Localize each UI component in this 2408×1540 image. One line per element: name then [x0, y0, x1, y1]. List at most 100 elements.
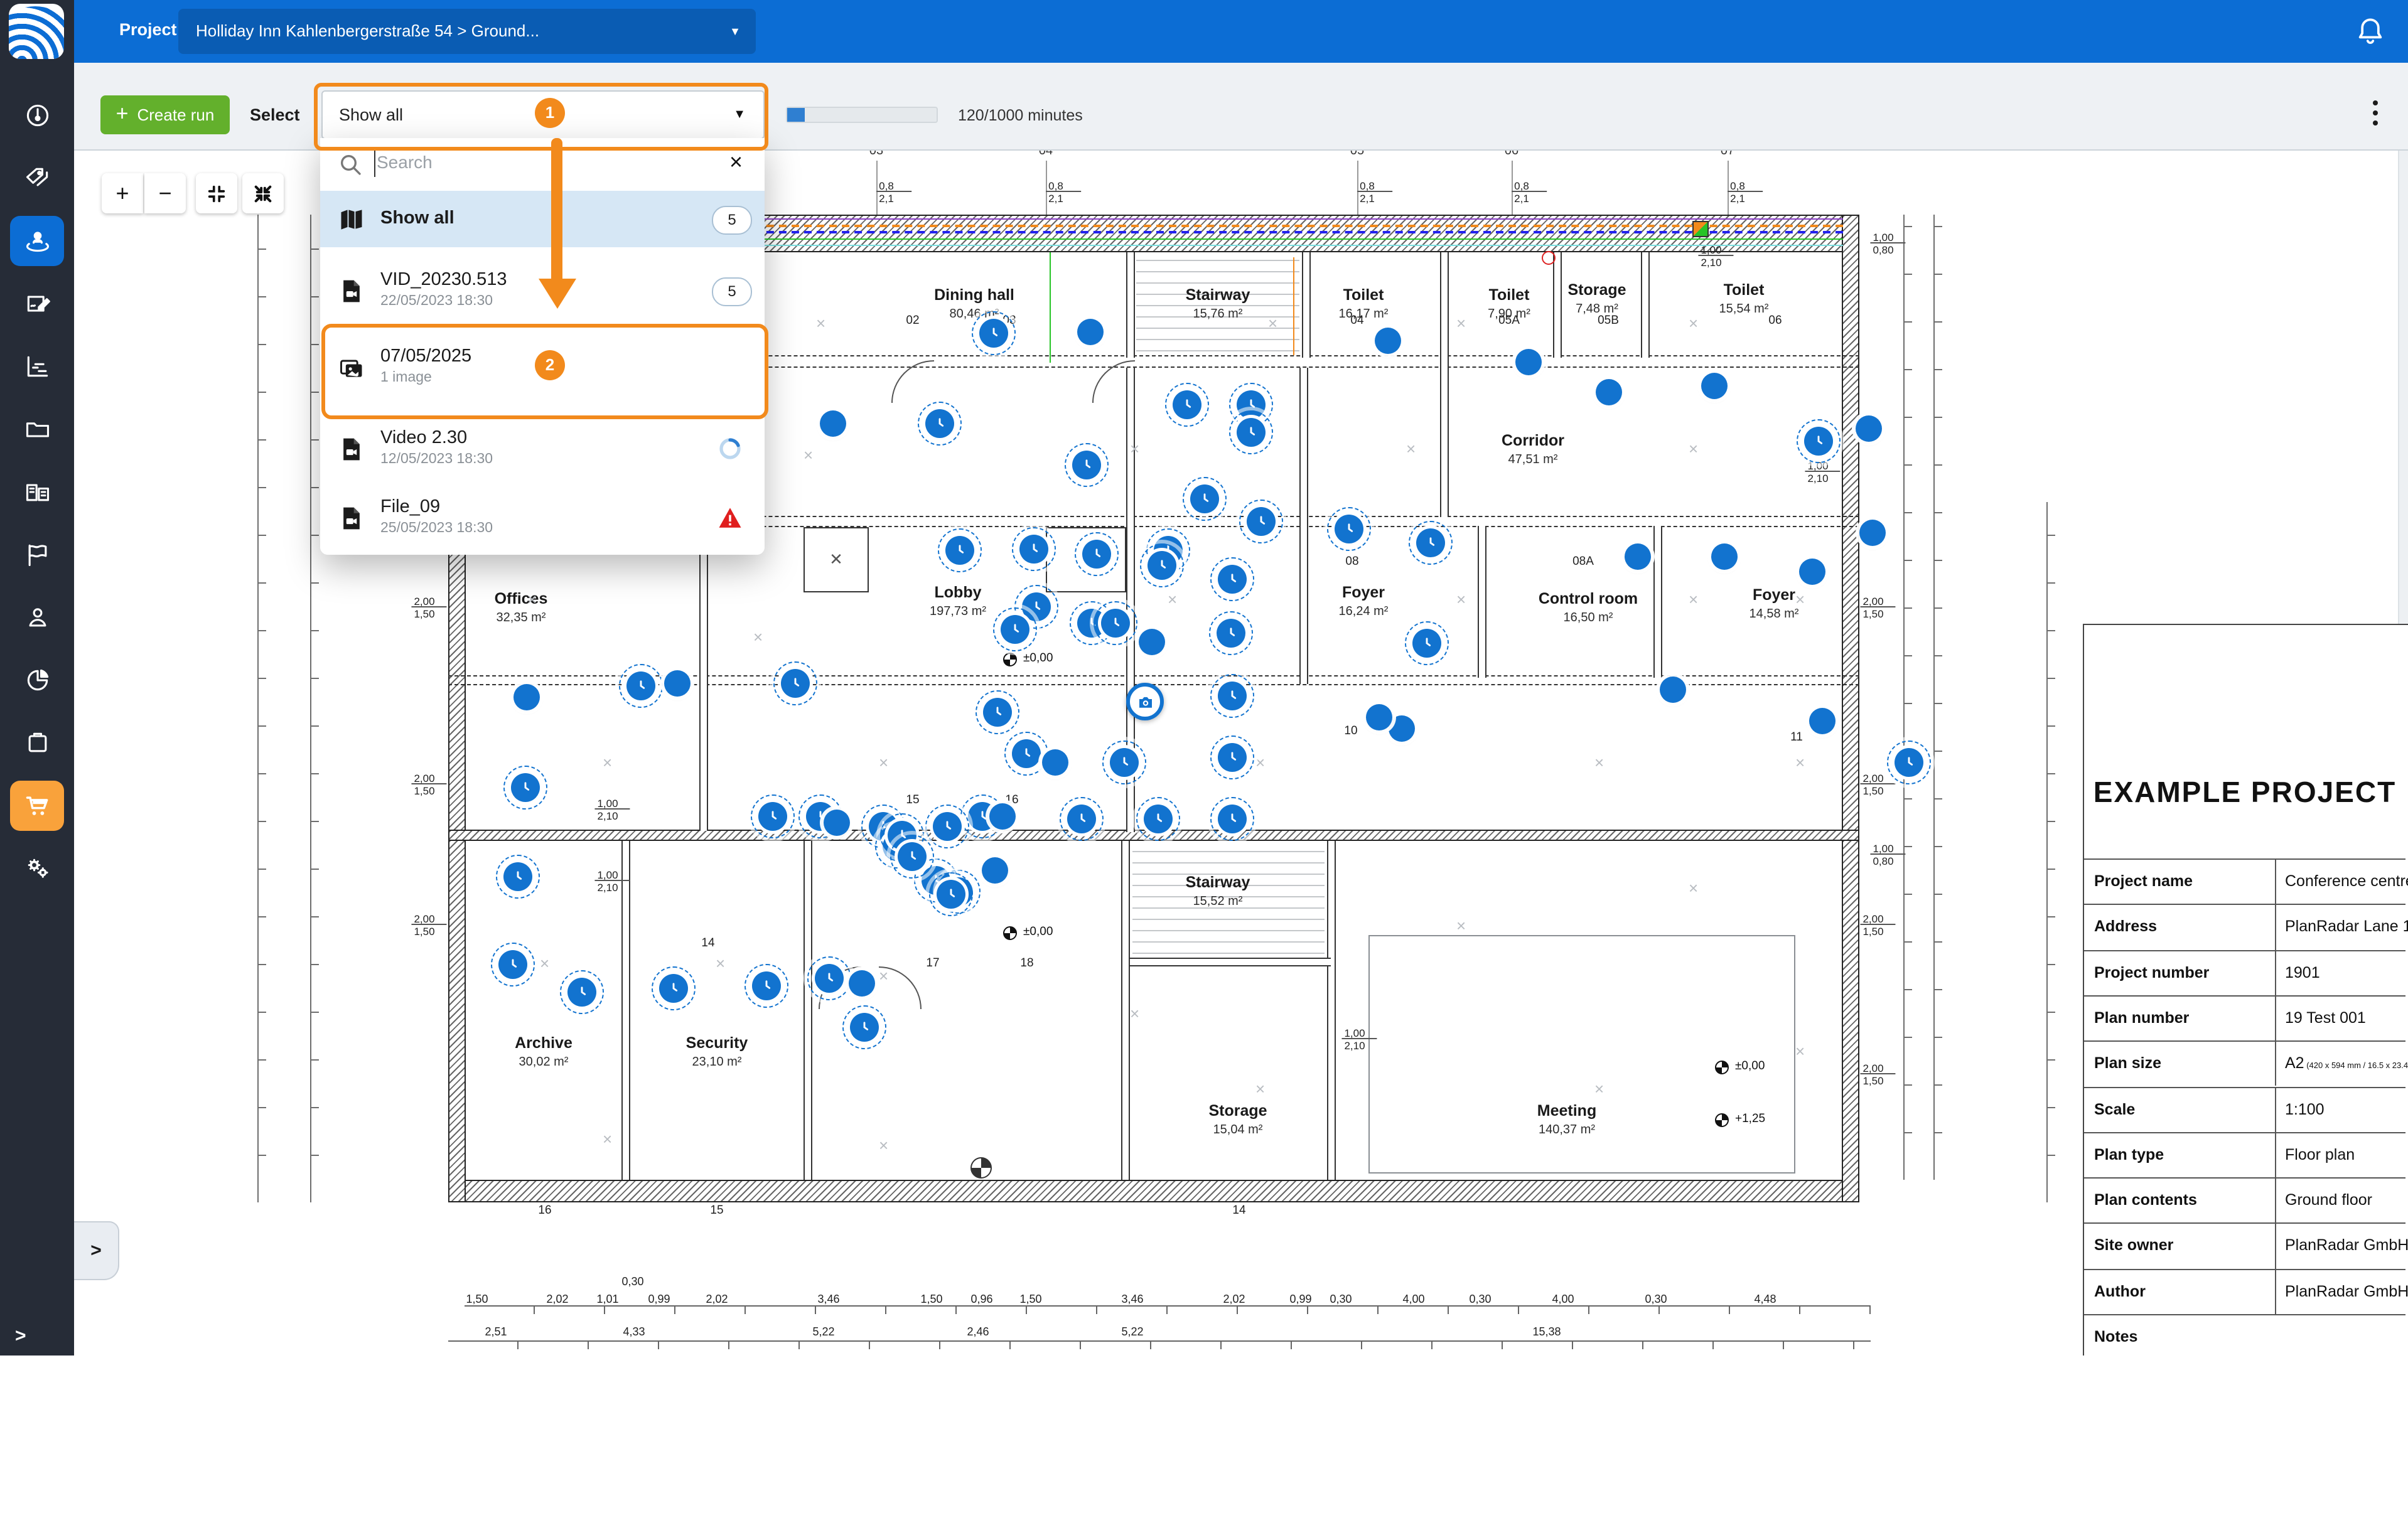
- recording-marker-clock[interactable]: [1218, 682, 1247, 710]
- notifications-bell-icon[interactable]: [2353, 14, 2388, 49]
- recording-marker-clock[interactable]: [1019, 535, 1048, 564]
- sidebar-expand-chevron-icon[interactable]: >: [15, 1325, 26, 1347]
- recording-marker-dot[interactable]: [1809, 708, 1836, 734]
- recording-marker-clock[interactable]: [1173, 390, 1201, 419]
- sidebar-item-tasks[interactable]: [10, 718, 64, 768]
- recording-marker-dot[interactable]: [1375, 328, 1401, 354]
- recording-marker-dot[interactable]: [989, 803, 1016, 830]
- recording-marker-clock[interactable]: [1895, 748, 1923, 777]
- recording-marker-dot[interactable]: [664, 670, 691, 697]
- title-block-row-label: Project number: [2094, 963, 2209, 981]
- recording-marker-clock[interactable]: [1237, 418, 1266, 447]
- recording-marker-clock[interactable]: [1217, 619, 1245, 648]
- planradar-logo-icon[interactable]: [9, 4, 64, 59]
- recording-marker-camera[interactable]: [1126, 683, 1164, 720]
- recording-marker-clock[interactable]: [781, 669, 810, 698]
- recording-marker-dot[interactable]: [1660, 676, 1686, 703]
- recording-marker-clock[interactable]: [1804, 427, 1833, 456]
- recording-marker-clock[interactable]: [498, 950, 527, 979]
- recording-marker-clock[interactable]: [1247, 507, 1276, 536]
- create-run-button[interactable]: + Create run: [100, 95, 230, 134]
- recording-marker-dot[interactable]: [820, 410, 846, 437]
- recording-marker-dot[interactable]: [1701, 373, 1728, 399]
- project-selector[interactable]: Holliday Inn Kahlenbergerstraße 54 > Gro…: [178, 9, 756, 54]
- recording-marker-clock[interactable]: [937, 880, 965, 909]
- recording-marker-dot[interactable]: [824, 810, 850, 836]
- recording-marker-clock[interactable]: [1412, 629, 1441, 658]
- level-label: ±0,00: [1023, 925, 1053, 939]
- expand-panel-tab[interactable]: >: [74, 1221, 119, 1280]
- recording-marker-dot[interactable]: [1799, 559, 1825, 585]
- recording-marker-clock[interactable]: [752, 971, 781, 1000]
- zoom-out-button[interactable]: −: [144, 173, 186, 213]
- recording-marker-clock[interactable]: [1101, 609, 1130, 638]
- recording-marker-clock[interactable]: [626, 671, 655, 700]
- recording-marker-clock[interactable]: [567, 978, 596, 1007]
- title-block-row: Project number1901: [2084, 949, 2405, 995]
- recording-marker-clock[interactable]: [1218, 743, 1247, 772]
- recording-marker-dot[interactable]: [1711, 543, 1738, 570]
- recording-marker-clock[interactable]: [945, 536, 974, 565]
- recording-marker-clock[interactable]: [1148, 551, 1176, 580]
- recording-marker-dot[interactable]: [982, 857, 1008, 884]
- zoom-in-button[interactable]: +: [102, 173, 143, 213]
- collapse-view-button[interactable]: [242, 173, 284, 213]
- recording-marker-dot[interactable]: [1515, 349, 1542, 375]
- recording-marker-dot[interactable]: [1625, 543, 1651, 570]
- sidebar-item-tags[interactable]: [10, 153, 64, 203]
- recording-marker-clock[interactable]: [758, 802, 787, 831]
- recording-marker-clock[interactable]: [1110, 748, 1139, 777]
- recording-marker-clock[interactable]: [983, 698, 1012, 727]
- recording-marker-clock[interactable]: [815, 964, 844, 993]
- recording-marker-dot[interactable]: [1596, 379, 1622, 405]
- recording-marker-dot[interactable]: [1366, 704, 1392, 730]
- recording-marker-clock[interactable]: [511, 773, 540, 802]
- recording-marker-clock[interactable]: [1001, 615, 1029, 644]
- sidebar-item-contacts[interactable]: [10, 592, 64, 643]
- sidebar-item-shop[interactable]: [10, 781, 64, 831]
- sidebar-item-site-visit[interactable]: [10, 216, 64, 266]
- sidebar-item-statistics[interactable]: [10, 341, 64, 392]
- recording-marker-clock[interactable]: [1416, 528, 1445, 557]
- recording-marker-dot[interactable]: [1077, 319, 1104, 345]
- sidebar-item-forms[interactable]: [10, 279, 64, 329]
- more-options-kebab-icon[interactable]: [2359, 98, 2392, 131]
- sidebar-item-dashboard[interactable]: [10, 90, 64, 141]
- recording-marker-clock[interactable]: [503, 862, 532, 891]
- survey-cross-mark: ×: [1594, 753, 1604, 772]
- recording-marker-clock[interactable]: [1190, 484, 1219, 513]
- dropdown-item-file_09[interactable]: File_0925/05/2023 18:30: [320, 487, 765, 550]
- recording-marker-dot[interactable]: [849, 970, 875, 997]
- fit-screen-button[interactable]: [196, 173, 237, 213]
- recording-marker-dot[interactable]: [513, 684, 540, 710]
- recording-marker-clock[interactable]: [1144, 805, 1173, 833]
- room-area-label: 16,50 m²: [1564, 611, 1613, 625]
- sidebar-item-analytics[interactable]: [10, 655, 64, 705]
- sidebar-item-flags[interactable]: [10, 530, 64, 580]
- recording-marker-clock[interactable]: [1218, 805, 1247, 833]
- recording-marker-clock[interactable]: [933, 812, 962, 841]
- recording-marker-dot[interactable]: [1856, 415, 1882, 442]
- sidebar-item-settings[interactable]: [10, 843, 64, 894]
- recording-marker-clock[interactable]: [1218, 565, 1247, 594]
- recording-marker-dot[interactable]: [1389, 715, 1415, 742]
- recording-marker-clock[interactable]: [1067, 805, 1096, 833]
- recording-marker-clock[interactable]: [850, 1013, 879, 1042]
- recording-marker-clock[interactable]: [1335, 515, 1363, 543]
- minutes-progress-fill: [787, 108, 805, 122]
- recording-marker-clock[interactable]: [898, 842, 927, 871]
- title-block-row-value: 1:100: [2285, 1100, 2325, 1118]
- dropdown-item-video-2-30[interactable]: Video 2.3012/05/2023 18:30: [320, 414, 765, 483]
- recording-marker-dot[interactable]: [1859, 520, 1886, 546]
- recording-marker-dot[interactable]: [1139, 629, 1165, 655]
- recording-marker-clock[interactable]: [925, 409, 954, 438]
- recording-marker-clock[interactable]: [1012, 739, 1041, 768]
- recording-marker-clock[interactable]: [979, 319, 1008, 348]
- recording-marker-clock[interactable]: [1072, 451, 1101, 479]
- recording-marker-clock[interactable]: [659, 974, 688, 1003]
- recording-marker-clock[interactable]: [1082, 540, 1111, 569]
- sidebar-item-companies[interactable]: [10, 467, 64, 517]
- sidebar-item-documents[interactable]: [10, 404, 64, 454]
- plan-wall: [1440, 252, 1449, 517]
- recording-marker-dot[interactable]: [1042, 749, 1068, 776]
